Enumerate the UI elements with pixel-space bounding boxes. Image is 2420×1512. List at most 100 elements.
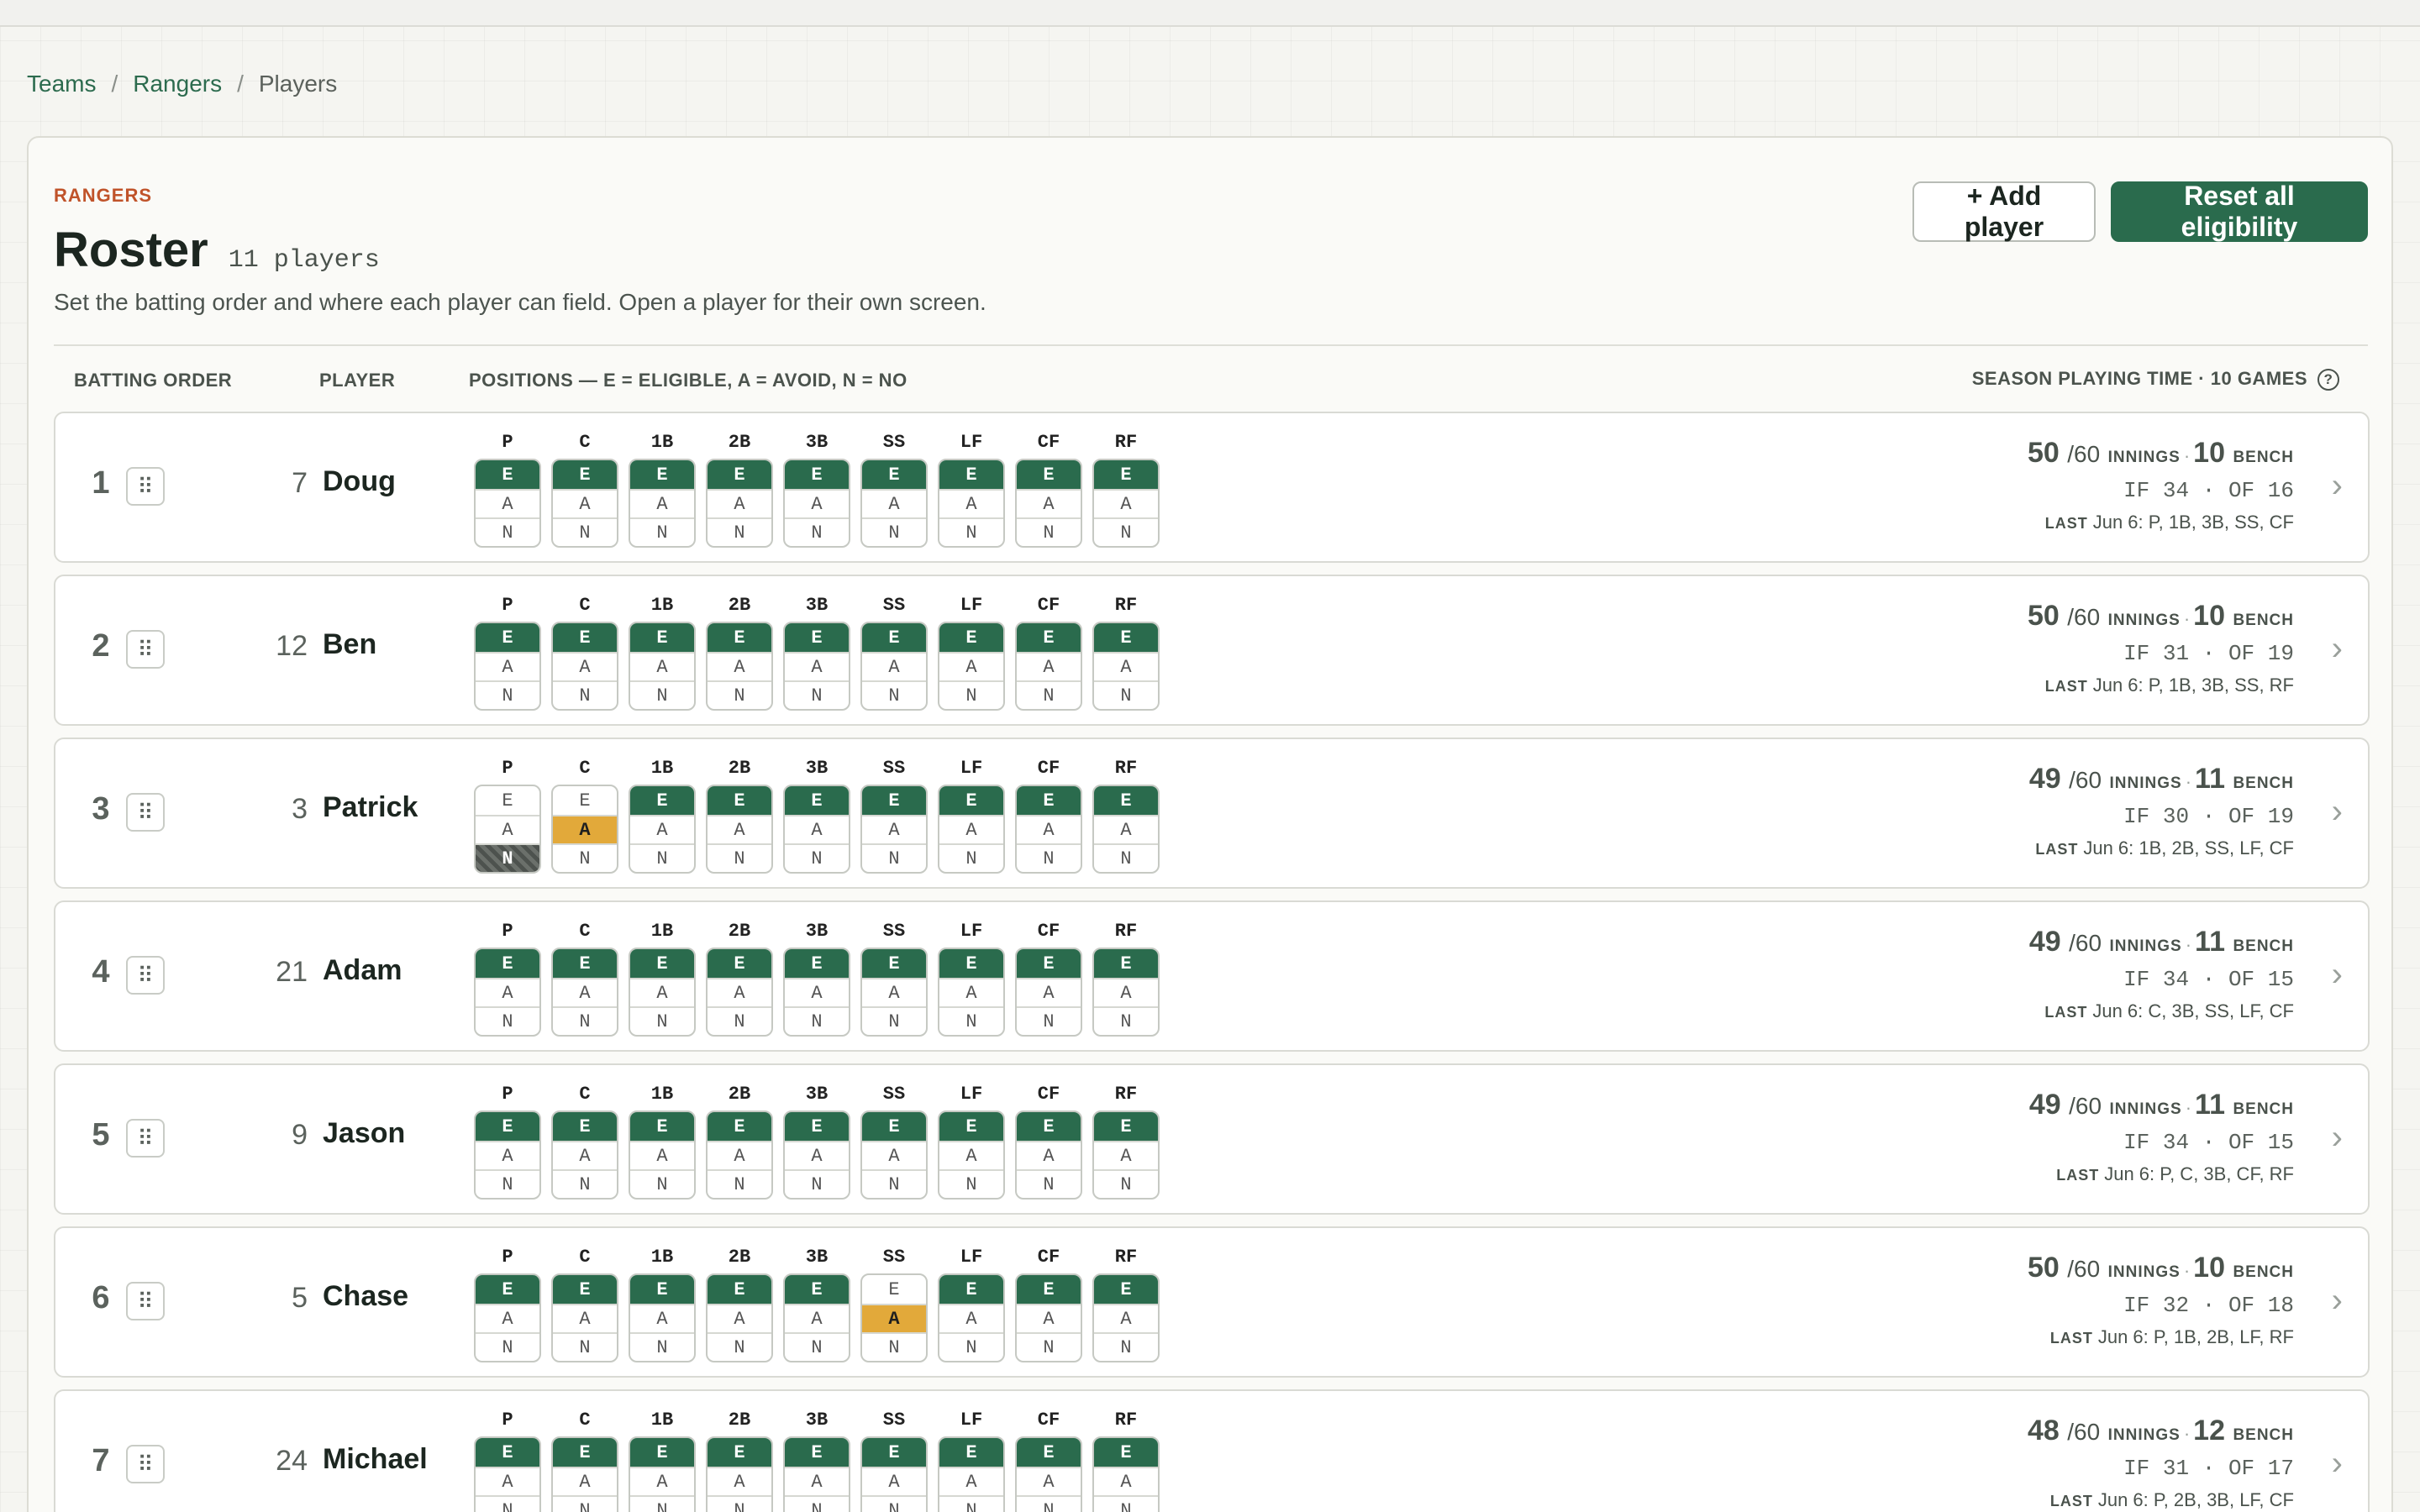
eligibility-option-e[interactable]: E [1094, 1438, 1158, 1467]
player-name[interactable]: Chase [323, 1280, 408, 1313]
eligibility-option-a[interactable]: A [553, 1141, 617, 1169]
eligibility-option-n[interactable]: N [1094, 680, 1158, 709]
add-player-button[interactable]: + Add player [1912, 181, 2096, 242]
eligibility-option-n[interactable]: N [1017, 680, 1081, 709]
eligibility-option-a[interactable]: A [708, 1467, 771, 1495]
eligibility-option-n[interactable]: N [708, 1332, 771, 1361]
eligibility-option-e[interactable]: E [1094, 786, 1158, 815]
drag-handle-icon[interactable]: ⠿ [126, 467, 165, 506]
eligibility-option-e[interactable]: E [862, 1438, 926, 1467]
eligibility-option-n[interactable]: N [1017, 843, 1081, 872]
eligibility-option-e[interactable]: E [553, 623, 617, 652]
eligibility-option-n[interactable]: N [1094, 1169, 1158, 1198]
eligibility-option-n[interactable]: N [785, 680, 849, 709]
eligibility-option-a[interactable]: A [862, 489, 926, 517]
eligibility-option-e[interactable]: E [785, 1438, 849, 1467]
eligibility-option-a[interactable]: A [785, 815, 849, 843]
eligibility-option-a[interactable]: A [939, 1467, 1003, 1495]
eligibility-option-a[interactable]: A [1094, 1467, 1158, 1495]
drag-handle-icon[interactable]: ⠿ [126, 1282, 165, 1320]
eligibility-option-a[interactable]: A [708, 1141, 771, 1169]
eligibility-option-e[interactable]: E [939, 460, 1003, 489]
eligibility-option-a[interactable]: A [553, 489, 617, 517]
eligibility-option-e[interactable]: E [1094, 949, 1158, 978]
player-name[interactable]: Doug [323, 465, 396, 498]
eligibility-option-a[interactable]: A [476, 978, 539, 1006]
eligibility-option-n[interactable]: N [1017, 1495, 1081, 1512]
eligibility-option-e[interactable]: E [862, 1275, 926, 1304]
eligibility-option-a[interactable]: A [862, 1141, 926, 1169]
eligibility-option-a[interactable]: A [1094, 489, 1158, 517]
eligibility-option-e[interactable]: E [939, 1112, 1003, 1141]
eligibility-option-n[interactable]: N [708, 1495, 771, 1512]
eligibility-option-a[interactable]: A [476, 652, 539, 680]
eligibility-option-a[interactable]: A [553, 1304, 617, 1332]
eligibility-option-n[interactable]: N [630, 1495, 694, 1512]
eligibility-option-n[interactable]: N [708, 680, 771, 709]
eligibility-option-a[interactable]: A [476, 815, 539, 843]
eligibility-option-n[interactable]: N [785, 1006, 849, 1035]
eligibility-option-n[interactable]: N [476, 1495, 539, 1512]
eligibility-option-a[interactable]: A [553, 1467, 617, 1495]
eligibility-option-a[interactable]: A [862, 978, 926, 1006]
eligibility-option-e[interactable]: E [553, 786, 617, 815]
eligibility-option-a[interactable]: A [939, 652, 1003, 680]
eligibility-option-a[interactable]: A [476, 1467, 539, 1495]
eligibility-option-n[interactable]: N [862, 1006, 926, 1035]
eligibility-option-e[interactable]: E [1017, 460, 1081, 489]
breadcrumb-team-link[interactable]: Rangers [133, 71, 222, 97]
eligibility-option-e[interactable]: E [476, 1112, 539, 1141]
eligibility-option-n[interactable]: N [1094, 1495, 1158, 1512]
eligibility-option-n[interactable]: N [553, 1495, 617, 1512]
chevron-right-icon[interactable]: › [2332, 1284, 2343, 1317]
eligibility-option-n[interactable]: N [476, 1006, 539, 1035]
eligibility-option-e[interactable]: E [630, 786, 694, 815]
eligibility-option-n[interactable]: N [785, 843, 849, 872]
eligibility-option-a[interactable]: A [785, 1467, 849, 1495]
eligibility-option-n[interactable]: N [862, 1332, 926, 1361]
eligibility-option-a[interactable]: A [862, 1304, 926, 1332]
eligibility-option-n[interactable]: N [939, 843, 1003, 872]
reset-eligibility-button[interactable]: Reset all eligibility [2111, 181, 2368, 242]
eligibility-option-a[interactable]: A [708, 1304, 771, 1332]
eligibility-option-n[interactable]: N [1017, 517, 1081, 546]
eligibility-option-a[interactable]: A [862, 1467, 926, 1495]
eligibility-option-n[interactable]: N [939, 1169, 1003, 1198]
eligibility-option-n[interactable]: N [630, 680, 694, 709]
eligibility-option-a[interactable]: A [476, 1141, 539, 1169]
eligibility-option-e[interactable]: E [1017, 1275, 1081, 1304]
eligibility-option-n[interactable]: N [862, 680, 926, 709]
eligibility-option-e[interactable]: E [1094, 1112, 1158, 1141]
eligibility-option-n[interactable]: N [630, 517, 694, 546]
eligibility-option-e[interactable]: E [476, 623, 539, 652]
eligibility-option-e[interactable]: E [476, 786, 539, 815]
eligibility-option-a[interactable]: A [1094, 652, 1158, 680]
player-name[interactable]: Michael [323, 1443, 428, 1476]
chevron-right-icon[interactable]: › [2332, 1121, 2343, 1154]
eligibility-option-a[interactable]: A [553, 815, 617, 843]
eligibility-option-e[interactable]: E [785, 623, 849, 652]
eligibility-option-n[interactable]: N [785, 517, 849, 546]
breadcrumb-teams-link[interactable]: Teams [27, 71, 96, 97]
eligibility-option-a[interactable]: A [708, 978, 771, 1006]
eligibility-option-n[interactable]: N [553, 1169, 617, 1198]
eligibility-option-a[interactable]: A [939, 489, 1003, 517]
eligibility-option-a[interactable]: A [785, 1304, 849, 1332]
player-name[interactable]: Patrick [323, 791, 418, 824]
eligibility-option-n[interactable]: N [1017, 1332, 1081, 1361]
eligibility-option-e[interactable]: E [553, 949, 617, 978]
eligibility-option-e[interactable]: E [708, 1275, 771, 1304]
eligibility-option-n[interactable]: N [708, 1169, 771, 1198]
eligibility-option-e[interactable]: E [862, 949, 926, 978]
eligibility-option-a[interactable]: A [476, 1304, 539, 1332]
eligibility-option-a[interactable]: A [476, 489, 539, 517]
eligibility-option-e[interactable]: E [476, 1275, 539, 1304]
player-row[interactable]: 2 ⠿ 12 Ben P E A N C E A N 1B E A N 2B E A N 3B E A N SS E A N LF E A N… [54, 575, 2370, 726]
eligibility-option-a[interactable]: A [630, 1141, 694, 1169]
chevron-right-icon[interactable]: › [2332, 795, 2343, 828]
eligibility-option-a[interactable]: A [939, 978, 1003, 1006]
eligibility-option-a[interactable]: A [630, 815, 694, 843]
eligibility-option-a[interactable]: A [708, 489, 771, 517]
eligibility-option-n[interactable]: N [1017, 1006, 1081, 1035]
chevron-right-icon[interactable]: › [2332, 469, 2343, 502]
